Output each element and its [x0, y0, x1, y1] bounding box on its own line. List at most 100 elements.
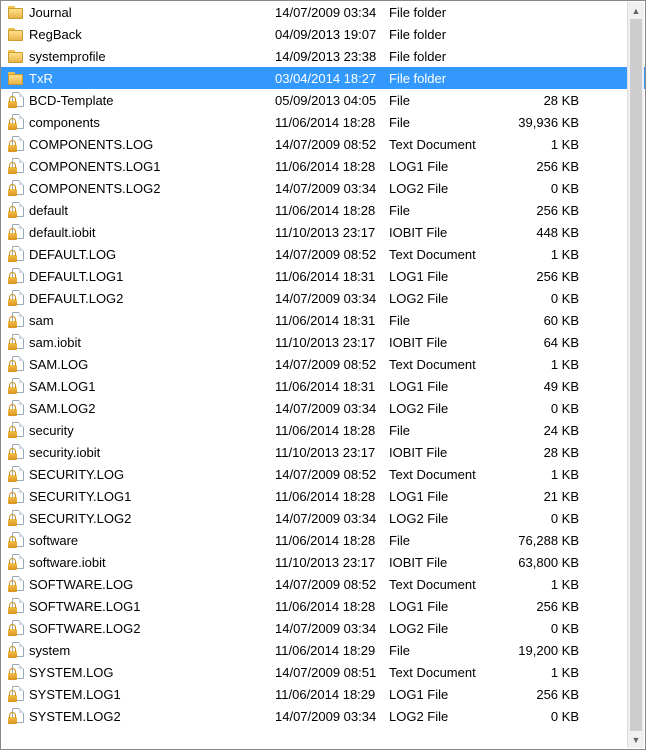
file-row[interactable]: security11/06/2014 18:28File24 KB — [1, 419, 645, 441]
file-row[interactable]: SYSTEM.LOG14/07/2009 08:51Text Document1… — [1, 661, 645, 683]
file-size: 1 KB — [503, 665, 585, 680]
file-name: SOFTWARE.LOG1 — [27, 599, 275, 614]
file-row[interactable]: sam.iobit11/10/2013 23:17IOBIT File64 KB — [1, 331, 645, 353]
file-row[interactable]: software.iobit11/10/2013 23:17IOBIT File… — [1, 551, 645, 573]
row-icon-cell — [5, 378, 27, 394]
scroll-track[interactable] — [628, 19, 644, 731]
file-row[interactable]: COMPONENTS.LOG214/07/2009 03:34LOG2 File… — [1, 177, 645, 199]
file-row[interactable]: SAM.LOG14/07/2009 08:52Text Document1 KB — [1, 353, 645, 375]
scroll-up-button[interactable]: ▲ — [628, 2, 644, 19]
folder-icon — [8, 72, 24, 85]
scroll-thumb[interactable] — [630, 19, 642, 731]
locked-file-icon — [8, 158, 24, 174]
date-modified: 11/10/2013 23:17 — [275, 225, 389, 240]
scroll-down-button[interactable]: ▼ — [628, 731, 644, 748]
file-size: 24 KB — [503, 423, 585, 438]
file-name: default — [27, 203, 275, 218]
file-size: 0 KB — [503, 401, 585, 416]
file-row[interactable]: sam11/06/2014 18:31File60 KB — [1, 309, 645, 331]
file-type: File — [389, 313, 503, 328]
file-type: File — [389, 93, 503, 108]
file-row[interactable]: RegBack04/09/2013 19:07File folder — [1, 23, 645, 45]
row-icon-cell — [5, 180, 27, 196]
file-name: SOFTWARE.LOG — [27, 577, 275, 592]
file-name: SYSTEM.LOG — [27, 665, 275, 680]
date-modified: 14/07/2009 03:34 — [275, 709, 389, 724]
locked-file-icon — [8, 554, 24, 570]
file-row[interactable]: TxR03/04/2014 18:27File folder — [1, 67, 645, 89]
file-row[interactable]: COMPONENTS.LOG111/06/2014 18:28LOG1 File… — [1, 155, 645, 177]
file-row[interactable]: systemprofile14/09/2013 23:38File folder — [1, 45, 645, 67]
file-row[interactable]: COMPONENTS.LOG14/07/2009 08:52Text Docum… — [1, 133, 645, 155]
locked-file-icon — [8, 136, 24, 152]
file-row[interactable]: SECURITY.LOG111/06/2014 18:28LOG1 File21… — [1, 485, 645, 507]
file-size: 1 KB — [503, 137, 585, 152]
file-name: system — [27, 643, 275, 658]
file-row[interactable]: default11/06/2014 18:28File256 KB — [1, 199, 645, 221]
file-row[interactable]: default.iobit11/10/2013 23:17IOBIT File4… — [1, 221, 645, 243]
locked-file-icon — [8, 598, 24, 614]
file-row[interactable]: SOFTWARE.LOG14/07/2009 08:52Text Documen… — [1, 573, 645, 595]
date-modified: 14/07/2009 08:52 — [275, 577, 389, 592]
locked-file-icon — [8, 114, 24, 130]
row-icon-cell — [5, 642, 27, 658]
file-name: SAM.LOG2 — [27, 401, 275, 416]
file-name: SECURITY.LOG2 — [27, 511, 275, 526]
file-size: 63,800 KB — [503, 555, 585, 570]
locked-file-icon — [8, 466, 24, 482]
file-row[interactable]: Journal14/07/2009 03:34File folder — [1, 1, 645, 23]
locked-file-icon — [8, 620, 24, 636]
row-icon-cell — [5, 554, 27, 570]
file-row[interactable]: system11/06/2014 18:29File19,200 KB — [1, 639, 645, 661]
locked-file-icon — [8, 290, 24, 306]
date-modified: 11/06/2014 18:29 — [275, 687, 389, 702]
row-icon-cell — [5, 598, 27, 614]
file-type: File — [389, 643, 503, 658]
file-row[interactable]: SAM.LOG111/06/2014 18:31LOG1 File49 KB — [1, 375, 645, 397]
file-type: File folder — [389, 49, 503, 64]
file-row[interactable]: SAM.LOG214/07/2009 03:34LOG2 File0 KB — [1, 397, 645, 419]
file-row[interactable]: SYSTEM.LOG214/07/2009 03:34LOG2 File0 KB — [1, 705, 645, 727]
file-type: LOG2 File — [389, 401, 503, 416]
file-type: IOBIT File — [389, 225, 503, 240]
file-size: 0 KB — [503, 511, 585, 526]
file-type: File folder — [389, 27, 503, 42]
file-row[interactable]: DEFAULT.LOG214/07/2009 03:34LOG2 File0 K… — [1, 287, 645, 309]
file-row[interactable]: SYSTEM.LOG111/06/2014 18:29LOG1 File256 … — [1, 683, 645, 705]
file-row[interactable]: security.iobit11/10/2013 23:17IOBIT File… — [1, 441, 645, 463]
file-type: LOG1 File — [389, 599, 503, 614]
file-size: 256 KB — [503, 269, 585, 284]
file-type: LOG1 File — [389, 687, 503, 702]
row-icon-cell — [5, 488, 27, 504]
file-row[interactable]: BCD-Template05/09/2013 04:05File28 KB — [1, 89, 645, 111]
file-type: Text Document — [389, 467, 503, 482]
locked-file-icon — [8, 246, 24, 262]
date-modified: 11/06/2014 18:28 — [275, 203, 389, 218]
file-size: 49 KB — [503, 379, 585, 394]
file-name: software.iobit — [27, 555, 275, 570]
file-row[interactable]: SOFTWARE.LOG111/06/2014 18:28LOG1 File25… — [1, 595, 645, 617]
file-type: Text Document — [389, 137, 503, 152]
file-row[interactable]: components11/06/2014 18:28File39,936 KB — [1, 111, 645, 133]
row-icon-cell — [5, 202, 27, 218]
date-modified: 11/06/2014 18:28 — [275, 115, 389, 130]
date-modified: 11/06/2014 18:28 — [275, 599, 389, 614]
file-size: 256 KB — [503, 159, 585, 174]
file-name: default.iobit — [27, 225, 275, 240]
file-row[interactable]: SECURITY.LOG14/07/2009 08:52Text Documen… — [1, 463, 645, 485]
file-row[interactable]: SOFTWARE.LOG214/07/2009 03:34LOG2 File0 … — [1, 617, 645, 639]
file-type: Text Document — [389, 357, 503, 372]
file-row[interactable]: DEFAULT.LOG111/06/2014 18:31LOG1 File256… — [1, 265, 645, 287]
file-list[interactable]: Journal14/07/2009 03:34File folderRegBac… — [1, 1, 645, 727]
file-size: 1 KB — [503, 467, 585, 482]
date-modified: 14/07/2009 08:52 — [275, 467, 389, 482]
file-row[interactable]: DEFAULT.LOG14/07/2009 08:52Text Document… — [1, 243, 645, 265]
file-row[interactable]: SECURITY.LOG214/07/2009 03:34LOG2 File0 … — [1, 507, 645, 529]
locked-file-icon — [8, 510, 24, 526]
file-row[interactable]: software11/06/2014 18:28File76,288 KB — [1, 529, 645, 551]
file-name: COMPONENTS.LOG2 — [27, 181, 275, 196]
file-size: 39,936 KB — [503, 115, 585, 130]
file-size: 0 KB — [503, 181, 585, 196]
vertical-scrollbar[interactable]: ▲ ▼ — [627, 2, 644, 748]
locked-file-icon — [8, 686, 24, 702]
